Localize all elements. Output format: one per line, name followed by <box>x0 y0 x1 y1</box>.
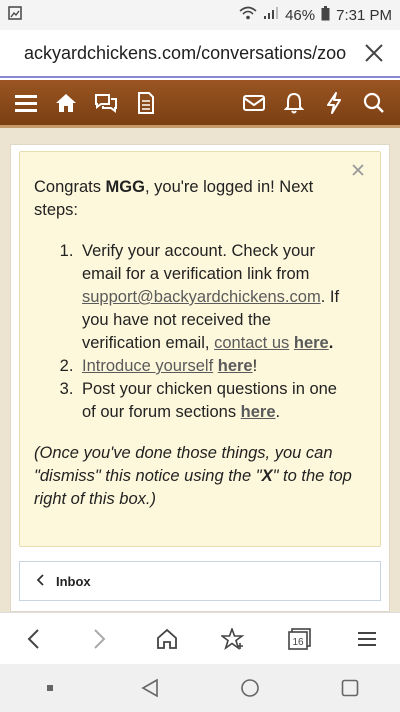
close-icon[interactable] <box>360 39 388 67</box>
step-introduce: Introduce yourself here! <box>78 355 352 378</box>
signal-icon <box>263 6 279 24</box>
menu-icon[interactable] <box>6 83 46 123</box>
address-bar[interactable]: ackyardchickens.com/conversations/zoo <box>0 30 400 78</box>
system-home-icon[interactable] <box>230 668 270 708</box>
battery-icon <box>321 5 330 25</box>
tab-count: 16 <box>292 637 304 648</box>
step-post: Post your chicken questions in one of ou… <box>78 378 352 424</box>
battery-percent: 46% <box>285 6 316 24</box>
dismiss-close-icon[interactable] <box>348 160 368 180</box>
home-icon[interactable] <box>147 619 187 659</box>
tabs-icon[interactable]: 16 <box>280 619 320 659</box>
forward-icon[interactable] <box>80 619 120 659</box>
status-bar: 46% 7:31 PM <box>0 0 400 30</box>
inbox-icon[interactable] <box>234 83 274 123</box>
url-text[interactable]: ackyardchickens.com/conversations/zoo <box>24 43 350 64</box>
system-nav-bar <box>0 664 400 712</box>
next-steps-list: Verify your account. Check your email fo… <box>78 240 352 424</box>
articles-icon[interactable] <box>126 83 166 123</box>
chevron-left-icon <box>36 573 44 589</box>
home-icon[interactable] <box>46 83 86 123</box>
site-nav-bar <box>0 80 400 128</box>
welcome-notice: Congrats MGG, you're logged in! Next ste… <box>19 151 381 547</box>
introduce-yourself-link[interactable]: Introduce yourself <box>82 357 213 375</box>
bookmark-star-icon[interactable] <box>213 619 253 659</box>
forums-icon[interactable] <box>86 83 126 123</box>
page-content: Congrats MGG, you're logged in! Next ste… <box>0 128 400 612</box>
clock-time: 7:31 PM <box>336 6 392 24</box>
contact-us-link[interactable]: contact us <box>214 334 289 352</box>
browser-toolbar: 16 <box>0 612 400 664</box>
inbox-breadcrumb[interactable]: Inbox <box>19 561 381 601</box>
wifi-icon <box>239 6 257 24</box>
search-icon[interactable] <box>354 83 394 123</box>
back-icon[interactable] <box>13 619 53 659</box>
overview-dot-icon[interactable] <box>30 668 70 708</box>
recent-apps-icon[interactable] <box>330 668 370 708</box>
introduce-here-link[interactable]: here <box>218 357 253 375</box>
forum-sections-here-link[interactable]: here <box>241 403 276 421</box>
alerts-bell-icon[interactable] <box>274 83 314 123</box>
notice-intro: Congrats MGG, you're logged in! Next ste… <box>34 178 314 219</box>
gallery-notification-icon <box>8 6 22 24</box>
support-email-link[interactable]: support@backyardchickens.com <box>82 288 321 306</box>
whats-new-bolt-icon[interactable] <box>314 83 354 123</box>
step-verify: Verify your account. Check your email fo… <box>78 240 352 355</box>
username: MGG <box>105 178 145 196</box>
inbox-label: Inbox <box>56 573 91 589</box>
content-panel: Congrats MGG, you're logged in! Next ste… <box>10 144 390 612</box>
dismiss-instructions: (Once you've done those things, you can … <box>34 444 352 508</box>
system-back-icon[interactable] <box>130 668 170 708</box>
browser-menu-icon[interactable] <box>347 619 387 659</box>
contact-here-link[interactable]: here <box>294 334 329 352</box>
